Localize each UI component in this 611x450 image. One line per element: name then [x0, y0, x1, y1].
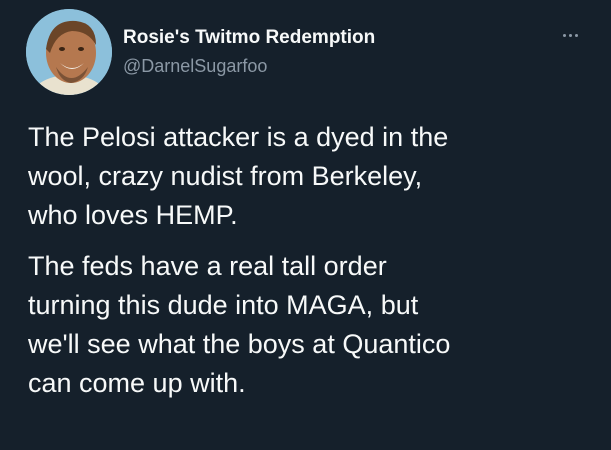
user-info: Rosie's Twitmo Redemption @DarnelSugarfo…	[123, 26, 375, 78]
dot	[568, 33, 572, 37]
tweet-paragraph: The Pelosi attacker is a dyed in the woo…	[28, 122, 449, 230]
display-name[interactable]: Rosie's Twitmo Redemption	[123, 26, 375, 50]
dot	[562, 33, 566, 37]
avatar[interactable]	[26, 9, 112, 95]
more-options-icon[interactable]	[555, 27, 585, 43]
tweet-card: Rosie's Twitmo Redemption @DarnelSugarfo…	[0, 0, 611, 450]
dot	[574, 33, 578, 37]
user-handle[interactable]: @DarnelSugarfoo	[123, 54, 375, 78]
tweet-paragraph: The feds have a real tall order turning …	[28, 251, 451, 398]
tweet-text: The Pelosi attacker is a dyed in the woo…	[28, 118, 603, 403]
profile-photo-icon	[26, 9, 112, 95]
